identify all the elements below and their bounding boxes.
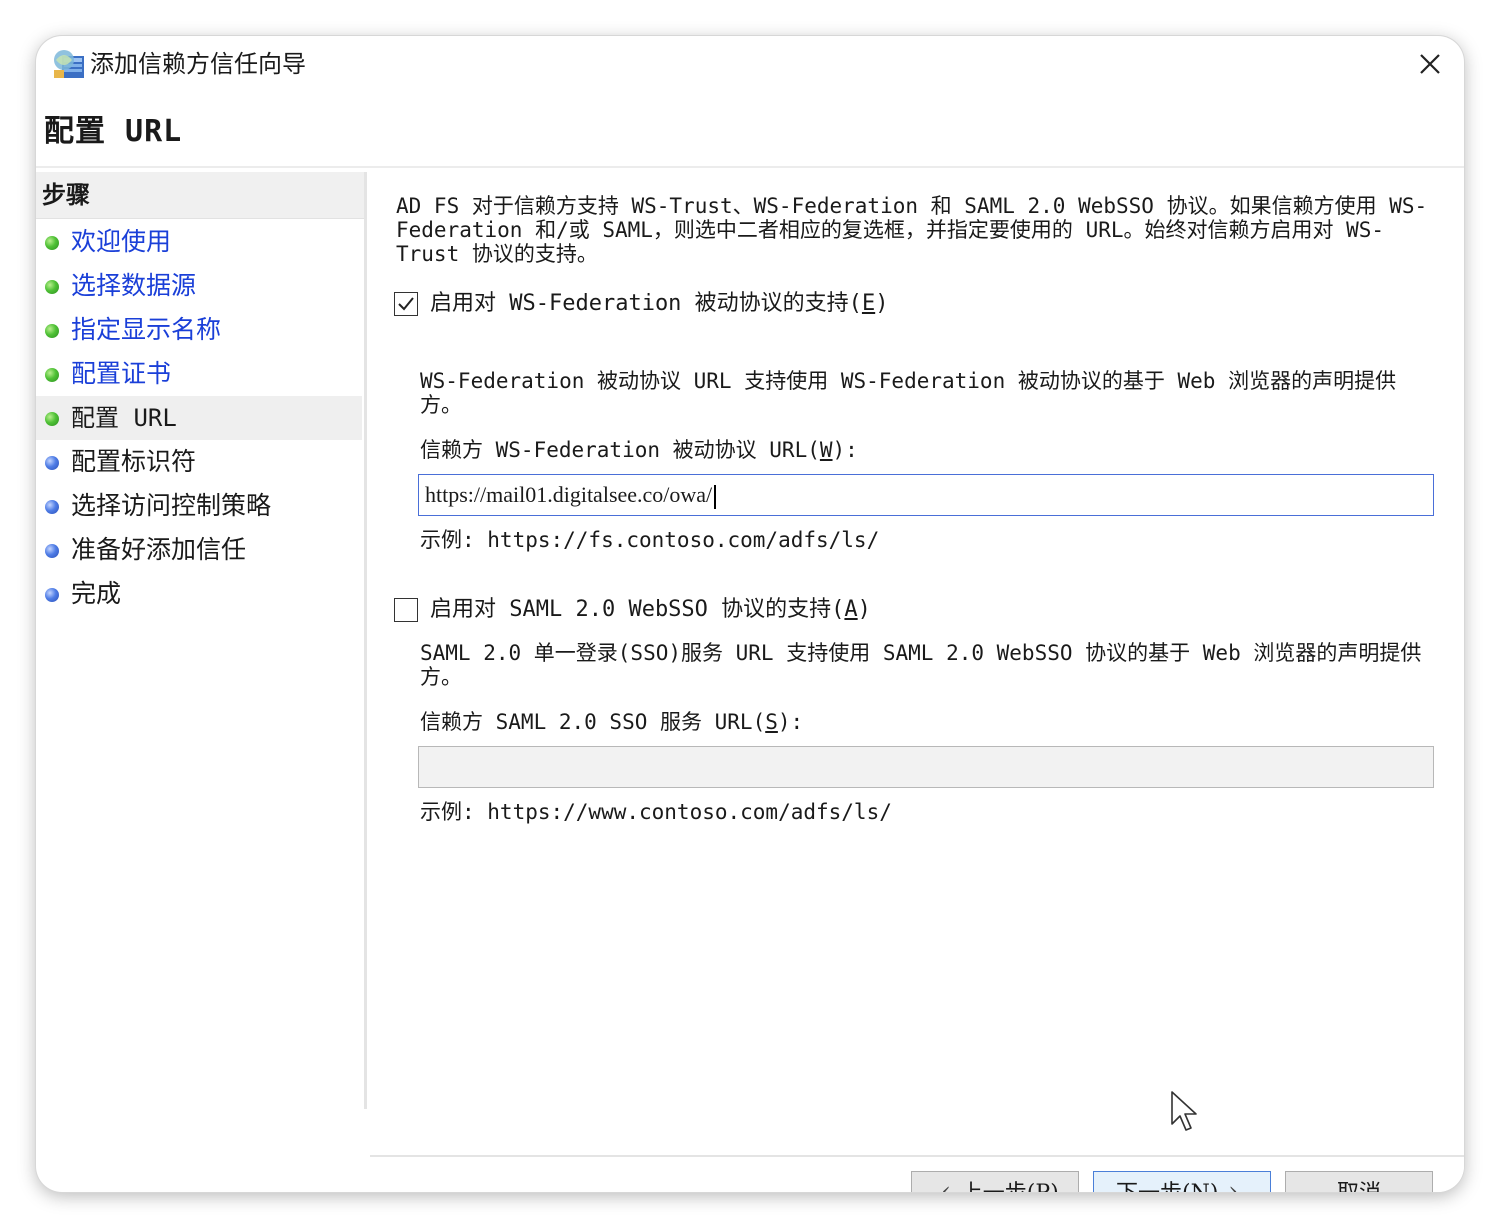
close-button[interactable] — [1410, 46, 1450, 82]
step-pending-icon — [45, 456, 59, 470]
saml-description: SAML 2.0 单一登录(SSO)服务 URL 支持使用 SAML 2.0 W… — [420, 641, 1422, 689]
page-header: 配置 URL — [36, 94, 1464, 168]
step-display-name[interactable]: 指定显示名称 — [36, 308, 362, 352]
cancel-button-label: 取消 — [1337, 1175, 1381, 1192]
steps-header: 步骤 — [36, 172, 364, 219]
saml-url-label: 信赖方 SAML 2.0 SSO 服务 URL(S): — [420, 710, 804, 734]
wsfed-checkbox-label[interactable]: 启用对 WS-Federation 被动协议的支持(E) — [430, 290, 888, 318]
step-configure-certificate[interactable]: 配置证书 — [36, 352, 362, 396]
step-label: 配置标识符 — [71, 447, 197, 476]
steps-header-label: 步骤 — [42, 181, 90, 209]
step-access-control-policy: 选择访问控制策略 — [36, 484, 362, 528]
step-label[interactable]: 配置证书 — [71, 357, 171, 391]
saml-checkbox-label[interactable]: 启用对 SAML 2.0 WebSSO 协议的支持(A) — [430, 596, 871, 624]
wizard-window: 添加信赖方信任向导 配置 URL 步骤 欢迎使用 选择数据源 指定显示名称 配置… — [36, 36, 1464, 1192]
step-label: 准备好添加信任 — [71, 535, 247, 564]
footer-divider — [370, 1155, 1464, 1157]
next-button-label: 下一步(N) — [1116, 1175, 1218, 1192]
adfs-app-icon — [54, 50, 84, 78]
step-done-icon — [45, 324, 59, 338]
step-pending-icon — [45, 588, 59, 602]
cancel-button[interactable]: 取消 — [1285, 1171, 1433, 1192]
step-pending-icon — [45, 500, 59, 514]
mouse-pointer-icon — [1171, 1091, 1197, 1131]
step-select-data-source[interactable]: 选择数据源 — [36, 264, 362, 308]
chevron-right-icon: › — [1228, 1177, 1239, 1192]
step-current-icon — [45, 412, 59, 426]
steps-sidebar: 步骤 欢迎使用 选择数据源 指定显示名称 配置证书 配置 URL 配置标识符 选… — [36, 172, 367, 1109]
saml-checkbox[interactable] — [394, 598, 418, 622]
saml-checkbox-row[interactable]: 启用对 SAML 2.0 WebSSO 协议的支持(A) — [394, 595, 871, 625]
intro-text: AD FS 对于信赖方支持 WS-Trust、WS-Federation 和 S… — [396, 194, 1428, 266]
wsfed-checkbox-row[interactable]: 启用对 WS-Federation 被动协议的支持(E) — [394, 289, 888, 319]
step-welcome[interactable]: 欢迎使用 — [36, 220, 362, 264]
step-label[interactable]: 欢迎使用 — [71, 225, 171, 259]
content-panel: AD FS 对于信赖方支持 WS-Trust、WS-Federation 和 S… — [370, 172, 1464, 1192]
step-label[interactable]: 选择数据源 — [71, 269, 196, 303]
title-bar: 添加信赖方信任向导 — [36, 36, 1464, 94]
wsfed-url-input[interactable]: https://mail01.digitalsee.co/owa/ — [418, 474, 1434, 516]
step-ready-to-add: 准备好添加信任 — [36, 528, 362, 572]
close-icon — [1420, 54, 1440, 74]
step-done-icon — [45, 280, 59, 294]
chevron-left-icon: ‹ — [941, 1177, 951, 1192]
wsfed-example: 示例: https://fs.contoso.com/adfs/ls/ — [420, 528, 880, 552]
saml-url-input[interactable] — [418, 746, 1434, 788]
window-title: 添加信赖方信任向导 — [90, 50, 306, 78]
step-label: 选择访问控制策略 — [71, 491, 272, 520]
header-divider — [36, 166, 1464, 168]
step-done-icon — [45, 236, 59, 250]
wsfed-url-label: 信赖方 WS-Federation 被动协议 URL(W): — [420, 438, 858, 462]
wsfed-checkbox[interactable] — [394, 292, 418, 316]
step-configure-url: 配置 URL — [36, 396, 362, 440]
next-button[interactable]: 下一步(N) › — [1093, 1171, 1271, 1192]
wsfed-description: WS-Federation 被动协议 URL 支持使用 WS-Federatio… — [420, 369, 1397, 417]
page-title: 配置 URL — [44, 114, 183, 149]
saml-example: 示例: https://www.contoso.com/adfs/ls/ — [420, 800, 892, 824]
step-label: 完成 — [71, 579, 122, 608]
step-pending-icon — [45, 544, 59, 558]
previous-button[interactable]: ‹ 上一步(P) — [911, 1171, 1079, 1192]
step-label[interactable]: 指定显示名称 — [71, 313, 221, 347]
text-caret — [714, 484, 717, 509]
checkmark-icon — [398, 297, 414, 311]
step-label: 配置 URL — [71, 404, 177, 432]
step-done-icon — [45, 368, 59, 382]
previous-button-label: 上一步(P) — [961, 1175, 1059, 1192]
step-finish: 完成 — [36, 572, 362, 616]
step-configure-identifiers: 配置标识符 — [36, 440, 362, 484]
